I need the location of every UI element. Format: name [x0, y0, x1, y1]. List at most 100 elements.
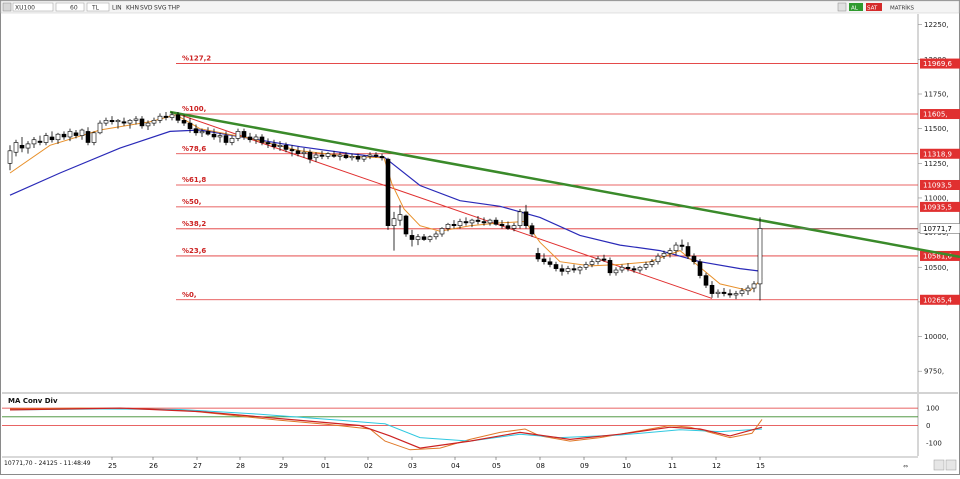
- candle-body: [595, 258, 601, 263]
- toolbar: XU100 60 TL LIN KHN SVD SVG THP AL SAT MATRİ…: [0, 0, 960, 14]
- candle-body: [577, 266, 583, 271]
- candle-body: [619, 266, 625, 271]
- candle-body: [109, 120, 115, 123]
- time-tick-label: 03: [408, 462, 417, 470]
- candle-body: [289, 149, 295, 152]
- candle-body: [241, 131, 247, 138]
- indicator-tick-label: 0: [926, 422, 930, 430]
- fib-level-label: %100,: [182, 105, 206, 113]
- candle-body: [757, 228, 763, 285]
- indicator-tick-label: 100: [926, 405, 939, 413]
- candle-body: [139, 118, 145, 127]
- candle-body: [31, 139, 37, 145]
- candle-body: [151, 120, 157, 124]
- candle-body: [505, 225, 511, 229]
- fib-level-label: %38,2: [182, 220, 206, 228]
- time-tick-label: 12: [712, 462, 721, 470]
- fib-price-label: 10265,4: [923, 296, 952, 304]
- candle-body: [745, 287, 751, 292]
- candle-body: [517, 211, 523, 226]
- candle-body: [427, 236, 433, 240]
- candle-body: [121, 121, 127, 124]
- candle-body: [559, 268, 565, 272]
- candle-body: [61, 133, 67, 138]
- candle-body: [439, 228, 445, 235]
- candle-body: [73, 132, 79, 136]
- scale-button-svg: SVG: [154, 5, 167, 12]
- candle-body: [277, 144, 283, 147]
- candle-body: [607, 260, 613, 274]
- time-tick-label: 04: [451, 462, 460, 470]
- price-tick-label: 11250,: [924, 160, 949, 168]
- candle-body: [697, 261, 703, 276]
- price-tick-label: 12250,: [924, 21, 949, 29]
- candle-body: [187, 122, 193, 129]
- candle-body: [85, 131, 91, 143]
- candle-body: [451, 223, 457, 226]
- candle-body: [643, 264, 649, 268]
- price-tick-label: 11500,: [924, 125, 949, 133]
- candle-body: [685, 246, 691, 257]
- sell-button-label: SAT: [867, 6, 878, 12]
- candle-body: [205, 131, 211, 135]
- candle-body: [283, 144, 289, 150]
- candle-body: [373, 154, 379, 157]
- price-tick-label: 9750,: [924, 368, 944, 376]
- zoom-icon[interactable]: ⇔: [903, 463, 908, 470]
- indicator-title: MA Conv Div: [8, 397, 58, 405]
- candle-body: [715, 291, 721, 294]
- candle-body: [37, 140, 43, 143]
- candle-body: [49, 136, 55, 141]
- fib-level-label: %127,2: [182, 55, 211, 63]
- candle-body: [403, 215, 409, 235]
- grid-icon[interactable]: [837, 2, 847, 12]
- candle-body: [661, 253, 667, 257]
- indicator-tick-label: -100: [926, 439, 942, 447]
- fib-level-label: %78,6: [182, 145, 206, 153]
- fib-price-label: 11093,5: [923, 181, 952, 189]
- candle-body: [571, 268, 577, 271]
- candle-body: [43, 135, 49, 143]
- scroll-left-icon[interactable]: [933, 459, 945, 471]
- time-tick-label: 27: [193, 462, 202, 470]
- last-price-label: 10771,7: [923, 225, 952, 233]
- candle-body: [511, 225, 517, 229]
- candle-body: [19, 144, 25, 149]
- fib-level-label: %61,8: [182, 176, 206, 184]
- symbol-text: XU100: [15, 5, 35, 12]
- time-tick-label: 28: [236, 462, 245, 470]
- scroll-right-icon[interactable]: [945, 459, 957, 471]
- candle-body: [361, 156, 367, 160]
- candle-body: [709, 284, 715, 294]
- candle-body: [499, 223, 505, 226]
- candle-body: [733, 293, 739, 296]
- candle-body: [385, 158, 391, 226]
- candle-body: [223, 135, 229, 143]
- price-tick-label: 11000,: [924, 194, 949, 202]
- buy-button-label: AL: [851, 6, 859, 12]
- time-tick-label: 26: [149, 462, 158, 470]
- candle-body: [739, 290, 745, 294]
- candle-body: [649, 261, 655, 265]
- scale-button-lin: LIN: [112, 5, 122, 12]
- candle-body: [721, 291, 727, 294]
- time-tick-label: 02: [364, 462, 373, 470]
- candle-body: [475, 219, 481, 222]
- candle-body: [301, 151, 307, 154]
- candle-body: [343, 154, 349, 159]
- scale-button-svd: SVD: [140, 5, 153, 12]
- candle-body: [547, 261, 553, 265]
- candle-body: [157, 115, 163, 121]
- time-tick-label: 05: [492, 462, 501, 470]
- time-tick-label: 09: [580, 462, 589, 470]
- status-readout: 10771,70 - 24125 - 11:48:49: [4, 460, 91, 467]
- candle-body: [535, 253, 541, 260]
- candle-body: [217, 135, 223, 138]
- candle-body: [163, 115, 169, 118]
- candle-body: [319, 154, 325, 157]
- fib-price-label: 11605,: [923, 111, 948, 119]
- candle-body: [145, 122, 151, 127]
- candle-body: [97, 122, 103, 134]
- period-text: 60: [70, 5, 78, 12]
- menu-icon[interactable]: [2, 2, 12, 12]
